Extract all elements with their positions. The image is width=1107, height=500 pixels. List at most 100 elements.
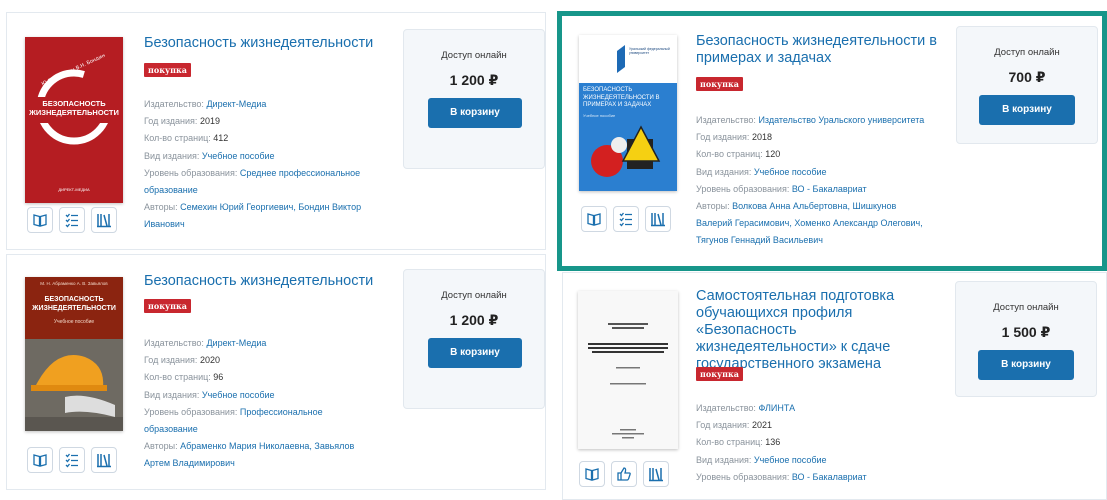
- access-label: Доступ онлайн: [993, 302, 1059, 313]
- level-label: Уровень образования:: [144, 406, 238, 417]
- level-link[interactable]: Профессиональное: [240, 407, 323, 417]
- library-icon: [97, 214, 111, 228]
- authors-link-cont[interactable]: Иванович: [144, 219, 185, 229]
- open-book-icon: [587, 213, 601, 226]
- publisher-link[interactable]: Директ-Медиа: [206, 99, 266, 109]
- price: 1 200 ₽: [449, 312, 499, 328]
- level-link-cont[interactable]: образование: [144, 185, 198, 195]
- cover-publisher: ДИРЕКТ-МЕДИА: [58, 187, 90, 192]
- publisher-label: Издательство:: [696, 403, 756, 413]
- price-box: Доступ онлайн 1 200 ₽ В корзину: [403, 269, 545, 409]
- cover-title: БЕЗОПАСНОСТЬ ЖИЗНЕДЕЯТЕЛЬНОСТИ: [29, 99, 119, 117]
- pages-value: 136: [765, 437, 781, 448]
- authors-link-cont[interactable]: Артем Владимирович: [144, 458, 235, 468]
- year-label: Год издания:: [696, 132, 750, 143]
- cover-art: [578, 291, 678, 449]
- read-button[interactable]: [27, 447, 53, 473]
- year-value: 2021: [751, 420, 772, 431]
- purchase-badge: покупка: [144, 63, 191, 77]
- cover-subtitle: Учебное пособие: [583, 113, 616, 118]
- book-title-line: примерах и задачах: [696, 50, 832, 66]
- pages-label: Кол-во страниц:: [696, 149, 763, 160]
- add-to-library-button[interactable]: [91, 207, 117, 233]
- year-value: 2019: [199, 116, 220, 127]
- add-to-cart-button[interactable]: В корзину: [978, 350, 1074, 380]
- add-to-library-button[interactable]: [91, 447, 117, 473]
- add-to-library-button[interactable]: [645, 206, 671, 232]
- read-button[interactable]: [27, 207, 53, 233]
- pages-value: 96: [213, 372, 224, 383]
- cover-publisher: Уральский федеральный университет: [629, 47, 670, 55]
- purchase-badge: покупка: [144, 299, 191, 313]
- publisher-label: Издательство:: [144, 99, 204, 109]
- access-label: Доступ онлайн: [994, 47, 1060, 58]
- book-cover[interactable]: Ю.Г. Семехин В.Н. Бондин БЕЗОПАСНОСТЬ ЖИ…: [25, 37, 123, 203]
- cover-title: БЕЗОПАСНОСТЬ ЖИЗНЕДЕЯТЕЛЬНОСТИ В ПРИМЕРА…: [583, 87, 660, 108]
- cover-subtitle: Учебное пособие: [53, 319, 95, 325]
- add-to-cart-button[interactable]: В корзину: [428, 98, 522, 128]
- book-title[interactable]: Самостоятельная подготовка обучающихся п…: [696, 288, 956, 373]
- book-title[interactable]: Безопасность жизнедеятельности в примера…: [696, 33, 946, 67]
- contents-button[interactable]: [59, 447, 85, 473]
- authors-link[interactable]: Абраменко Мария Николаевна, Завьялов: [180, 441, 354, 451]
- book-card-highlighted: Уральский федеральный университет БЕЗОПА…: [557, 11, 1107, 271]
- price: 1 500 ₽: [1001, 324, 1051, 340]
- type-link[interactable]: Учебное пособие: [754, 167, 827, 177]
- access-label: Доступ онлайн: [441, 290, 507, 301]
- cover-art: Ю.Г. Семехин В.Н. Бондин: [25, 53, 123, 145]
- open-book-icon: [585, 468, 599, 481]
- publisher-link[interactable]: Директ-Медиа: [206, 338, 266, 348]
- authors-link[interactable]: Волкова Анна Альбертовна, Шишкунов: [732, 201, 896, 211]
- recommend-button[interactable]: [611, 461, 637, 487]
- year-label: Год издания:: [696, 420, 750, 431]
- add-to-cart-button[interactable]: В корзину: [979, 95, 1075, 125]
- type-label: Вид издания:: [696, 166, 752, 177]
- pages-label: Кол-во страниц:: [144, 372, 211, 383]
- book-card: Ю.Г. Семехин В.Н. Бондин БЕЗОПАСНОСТЬ ЖИ…: [6, 12, 546, 250]
- read-button[interactable]: [581, 206, 607, 232]
- library-icon: [651, 213, 665, 227]
- add-to-library-button[interactable]: [643, 461, 669, 487]
- book-cover[interactable]: М. Н. Абраменко А. В. Завьялов БЕЗОПАСНО…: [25, 277, 123, 431]
- pages-label: Кол-во страниц:: [144, 133, 211, 144]
- year-label: Год издания:: [144, 355, 198, 366]
- level-label: Уровень образования:: [696, 183, 790, 194]
- book-title-line: жизнедеятельности» к сдаче: [696, 339, 891, 355]
- type-link[interactable]: Учебное пособие: [202, 151, 275, 161]
- contents-button[interactable]: [613, 206, 639, 232]
- type-label: Вид издания:: [144, 150, 200, 161]
- authors-link[interactable]: Семехин Юрий Георгиевич, Бондин Виктор: [180, 202, 361, 212]
- contents-button[interactable]: [59, 207, 85, 233]
- purchase-badge: покупка: [696, 77, 743, 91]
- authors-link-cont[interactable]: Валерий Герасимович, Хоменко Александр О…: [696, 218, 923, 228]
- level-link[interactable]: Среднее профессиональное: [240, 168, 360, 178]
- year-value: 2020: [199, 355, 220, 366]
- level-label: Уровень образования:: [144, 167, 238, 178]
- book-cover[interactable]: Уральский федеральный университет БЕЗОПА…: [579, 35, 677, 191]
- book-cover[interactable]: [578, 291, 678, 449]
- authors-label: Авторы:: [144, 202, 178, 213]
- level-link-cont[interactable]: образование: [144, 424, 198, 434]
- add-to-cart-button[interactable]: В корзину: [428, 338, 522, 368]
- type-label: Вид издания:: [144, 389, 200, 400]
- price: 1 200 ₽: [449, 72, 499, 88]
- price: 700 ₽: [1008, 69, 1046, 85]
- level-link[interactable]: ВО - Бакалавриат: [792, 184, 867, 194]
- thumbs-up-icon: [617, 467, 631, 481]
- level-link[interactable]: ВО - Бакалавриат: [792, 472, 867, 482]
- pages-label: Кол-во страниц:: [696, 437, 763, 448]
- book-title-line: Безопасность жизнедеятельности в: [696, 33, 937, 49]
- access-label: Доступ онлайн: [441, 50, 507, 61]
- cover-title: БЕЗОПАСНОСТЬ ЖИЗНЕДЕЯТЕЛЬНОСТИ: [32, 296, 116, 312]
- open-book-icon: [33, 214, 47, 227]
- book-title[interactable]: Безопасность жизнедеятельности: [144, 273, 384, 290]
- publisher-link[interactable]: Издательство Уральского университета: [758, 115, 924, 125]
- authors-label: Авторы:: [696, 201, 730, 212]
- book-details: Издательство: Директ-Медиа Год издания: …: [144, 96, 361, 234]
- type-link[interactable]: Учебное пособие: [754, 455, 827, 465]
- publisher-link[interactable]: ФЛИНТА: [758, 403, 795, 413]
- authors-link-cont[interactable]: Тягунов Геннадий Васильевич: [696, 235, 823, 245]
- type-link[interactable]: Учебное пособие: [202, 390, 275, 400]
- book-title[interactable]: Безопасность жизнедеятельности: [144, 35, 384, 52]
- read-button[interactable]: [579, 461, 605, 487]
